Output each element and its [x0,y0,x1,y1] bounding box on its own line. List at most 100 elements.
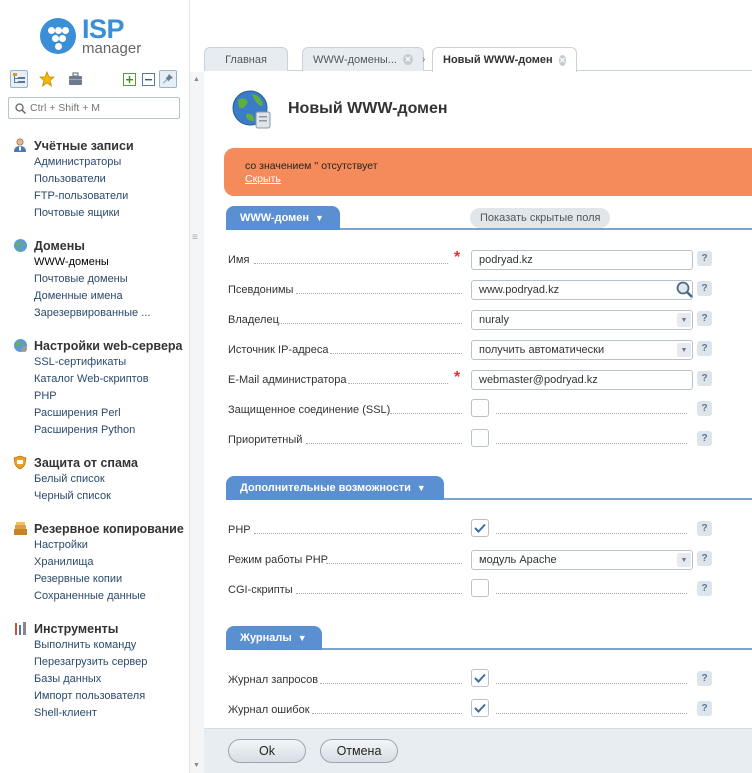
help-icon[interactable]: ? [697,251,712,266]
close-icon[interactable]: ✕ [558,54,566,66]
ip-source-value: получить автоматически [479,344,605,356]
nav-group-label: Инструменты [34,621,119,636]
expand-all-icon[interactable] [120,70,138,88]
cgi-checkbox[interactable] [471,579,489,597]
help-icon[interactable]: ? [697,671,712,686]
star-icon[interactable] [38,70,56,88]
cancel-button[interactable]: Отмена [320,739,398,763]
nav-group-title[interactable]: Домены [12,237,187,254]
nav-group-title[interactable]: Настройки web-сервера [12,337,187,354]
tab-label: Главная [225,53,267,66]
sidebar-item-whitelist[interactable]: Белый список [12,471,187,488]
sidebar-item-run-command[interactable]: Выполнить команду [12,637,187,654]
nav-group-title[interactable]: Резервное копирование [12,520,187,537]
section-toggle-extra-features[interactable]: Дополнительные возможности ▼ [226,476,444,500]
access-log-checkbox[interactable] [471,669,489,687]
menu-search-field[interactable] [8,97,180,119]
sidebar-item-blacklist[interactable]: Черный список [12,488,187,505]
owner-select[interactable]: nuraly ▼ [471,310,693,330]
sidebar-item-php[interactable]: PHP [12,388,187,405]
ssl-checkbox[interactable] [471,399,489,417]
leader-dots [330,353,462,354]
help-icon[interactable]: ? [697,521,712,536]
help-icon[interactable]: ? [697,551,712,566]
admin-email-input[interactable]: webmaster@podryad.kz [471,370,693,390]
php-mode-select[interactable]: модуль Apache ▼ [471,550,693,570]
field-label: Имя [228,254,250,266]
hide-banner-link[interactable]: Скрыть [245,173,752,185]
nav-group-label: Учётные записи [34,138,134,153]
ip-source-select[interactable]: получить автоматически ▼ [471,340,693,360]
scroll-down-icon[interactable]: ▼ [193,762,200,769]
field-row-aliases: Псевдонимы www.podryad.kz ? [226,279,736,301]
nav-group-title[interactable]: Учётные записи [12,137,187,154]
form-content: Новый WWW-домен со значением '' отсутств… [204,72,752,728]
sidebar-item-saved-data[interactable]: Сохраненные данные [12,588,187,605]
priority-checkbox[interactable] [471,429,489,447]
help-icon[interactable]: ? [697,341,712,356]
tab-www-domains[interactable]: WWW-домены... ✕ [302,47,424,71]
help-icon[interactable]: ? [697,311,712,326]
show-hidden-fields-button[interactable]: Показать скрытые поля [470,208,611,228]
leader-dots [296,293,462,294]
error-log-checkbox[interactable] [471,699,489,717]
section-toggle-www-domain[interactable]: WWW-домен ▼ [226,206,340,230]
sidebar-item-reboot[interactable]: Перезагрузить сервер [12,654,187,671]
nav-group-title[interactable]: Защита от спама [12,454,187,471]
help-icon[interactable]: ? [697,281,712,296]
sidebar-item-import-user[interactable]: Импорт пользователя [12,688,187,705]
sidebar-item-www-domains[interactable]: WWW-домены [12,254,187,271]
field-label: CGI-скрипты [228,584,293,596]
sidebar-item-web-scripts[interactable]: Каталог Web-скриптов [12,371,187,388]
ok-button[interactable]: Ok [228,739,306,763]
sidebar-item-storages[interactable]: Хранилища [12,554,187,571]
leader-dots [496,713,687,714]
help-icon[interactable]: ? [697,431,712,446]
aliases-value: www.podryad.kz [479,284,560,296]
nav-group-tools: Инструменты Выполнить команду Перезагруз… [12,620,187,722]
help-icon[interactable]: ? [697,401,712,416]
sidebar-item-backups[interactable]: Резервные копии [12,571,187,588]
ispmanager-logo[interactable]: ISP manager [40,14,160,58]
sidebar-item-ssl[interactable]: SSL-сертификаты [12,354,187,371]
field-row-php: PHP ? [226,519,736,541]
sidebar-item-backup-settings[interactable]: Настройки [12,537,187,554]
sidebar-scrollbar[interactable]: ▲ ▼ [190,72,204,773]
tree-view-icon[interactable] [10,70,28,88]
resize-grip-icon[interactable]: ≡ [192,232,198,243]
magnifier-icon[interactable] [674,279,694,299]
help-icon[interactable]: ? [697,701,712,716]
name-input[interactable]: podryad.kz [471,250,693,270]
search-input[interactable] [30,102,170,114]
sidebar-item-mail-domains[interactable]: Почтовые домены [12,271,187,288]
help-icon[interactable]: ? [697,581,712,596]
collapse-all-icon[interactable] [139,70,157,88]
nav-group-title[interactable]: Инструменты [12,620,187,637]
scroll-up-icon[interactable]: ▲ [193,76,200,83]
field-row-priority: Приоритетный ? [226,429,736,451]
sidebar-item-perl[interactable]: Расширения Perl [12,405,187,422]
help-icon[interactable]: ? [697,371,712,386]
sidebar-item-administrators[interactable]: Администраторы [12,154,187,171]
close-icon[interactable]: ✕ [402,54,413,65]
sidebar-item-mailboxes[interactable]: Почтовые ящики [12,205,187,222]
sidebar-item-databases[interactable]: Базы данных [12,671,187,688]
sidebar-item-domain-names[interactable]: Доменные имена [12,288,187,305]
sidebar-item-reserved[interactable]: Зарезервированные ... [12,305,187,322]
briefcase-icon[interactable] [66,70,84,88]
sidebar-item-ftp-users[interactable]: FTP-пользователи [12,188,187,205]
sidebar-item-python[interactable]: Расширения Python [12,422,187,439]
php-mode-value: модуль Apache [479,554,557,566]
field-label: Журнал запросов [228,674,319,686]
pin-icon[interactable] [159,70,177,88]
field-row-cgi: CGI-скрипты ? [226,579,736,601]
tab-bar: Главная WWW-домены... ✕ › Новый WWW-доме… [204,44,752,72]
tab-home[interactable]: Главная [204,47,288,71]
sidebar-item-users[interactable]: Пользователи [12,171,187,188]
tab-new-www-domain[interactable]: Новый WWW-домен ✕ [432,47,577,72]
php-checkbox[interactable] [471,519,489,537]
field-row-error-log: Журнал ошибок ? [226,699,736,721]
sidebar-item-shell[interactable]: Shell-клиент [12,705,187,722]
aliases-input[interactable]: www.podryad.kz [471,280,693,300]
section-toggle-logs[interactable]: Журналы ▼ [226,626,322,650]
